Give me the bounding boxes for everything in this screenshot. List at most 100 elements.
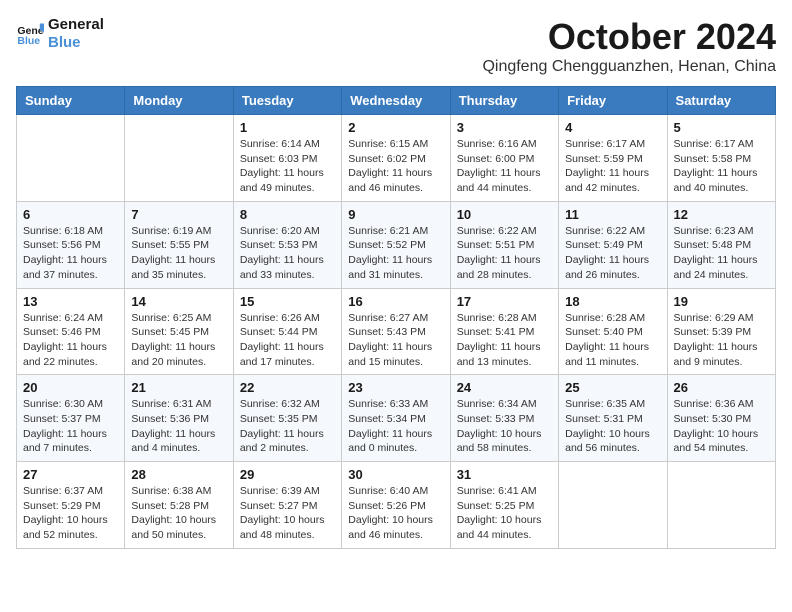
location-title: Qingfeng Chengguanzhen, Henan, China bbox=[482, 58, 776, 76]
day-info: Sunrise: 6:14 AM Sunset: 6:03 PM Dayligh… bbox=[240, 137, 335, 196]
day-number: 22 bbox=[240, 380, 335, 395]
calendar-cell: 14 Sunrise: 6:25 AM Sunset: 5:45 PM Dayli… bbox=[125, 288, 233, 375]
calendar-cell: 1 Sunrise: 6:14 AM Sunset: 6:03 PM Daylig… bbox=[233, 115, 341, 202]
day-number: 5 bbox=[674, 120, 769, 135]
calendar-header-wednesday: Wednesday bbox=[342, 87, 450, 115]
day-info: Sunrise: 6:40 AM Sunset: 5:26 PM Dayligh… bbox=[348, 484, 443, 543]
calendar-cell: 22 Sunrise: 6:32 AM Sunset: 5:35 PM Dayli… bbox=[233, 375, 341, 462]
day-info: Sunrise: 6:32 AM Sunset: 5:35 PM Dayligh… bbox=[240, 397, 335, 456]
calendar-cell: 21Sunrise: 6:31 AM Sunset: 5:36 PM Dayli… bbox=[125, 375, 233, 462]
day-info: Sunrise: 6:24 AM Sunset: 5:46 PM Dayligh… bbox=[23, 311, 118, 370]
day-info: Sunrise: 6:35 AM Sunset: 5:31 PM Dayligh… bbox=[565, 397, 660, 456]
calendar-cell: 18 Sunrise: 6:28 AM Sunset: 5:40 PM Dayli… bbox=[559, 288, 667, 375]
day-number: 26 bbox=[674, 380, 769, 395]
day-info: Sunrise: 6:31 AM Sunset: 5:36 PM Dayligh… bbox=[131, 397, 226, 456]
calendar-cell: 15 Sunrise: 6:26 AM Sunset: 5:44 PM Dayli… bbox=[233, 288, 341, 375]
calendar-cell: 5 Sunrise: 6:17 AM Sunset: 5:58 PM Daylig… bbox=[667, 115, 775, 202]
page-header: General Blue General Blue October 2024 Q… bbox=[16, 16, 776, 76]
calendar-cell: 26 Sunrise: 6:36 AM Sunset: 5:30 PM Dayli… bbox=[667, 375, 775, 462]
day-number: 17 bbox=[457, 294, 552, 309]
logo: General Blue General Blue bbox=[16, 16, 104, 52]
calendar-cell: 4 Sunrise: 6:17 AM Sunset: 5:59 PM Daylig… bbox=[559, 115, 667, 202]
calendar-cell bbox=[17, 115, 125, 202]
calendar-cell: 9 Sunrise: 6:21 AM Sunset: 5:52 PM Daylig… bbox=[342, 201, 450, 288]
day-info: Sunrise: 6:28 AM Sunset: 5:40 PM Dayligh… bbox=[565, 311, 660, 370]
calendar-table: SundayMondayTuesdayWednesdayThursdayFrid… bbox=[16, 86, 776, 549]
day-number: 14 bbox=[131, 294, 226, 309]
day-info: Sunrise: 6:22 AM Sunset: 5:51 PM Dayligh… bbox=[457, 224, 552, 283]
day-number: 16 bbox=[348, 294, 443, 309]
calendar-cell: 29 Sunrise: 6:39 AM Sunset: 5:27 PM Dayli… bbox=[233, 462, 341, 549]
day-info: Sunrise: 6:23 AM Sunset: 5:48 PM Dayligh… bbox=[674, 224, 769, 283]
day-number: 18 bbox=[565, 294, 660, 309]
calendar-header-sunday: Sunday bbox=[17, 87, 125, 115]
day-number: 13 bbox=[23, 294, 118, 309]
calendar-cell: 3Sunrise: 6:16 AM Sunset: 6:00 PM Daylig… bbox=[450, 115, 558, 202]
day-info: Sunrise: 6:25 AM Sunset: 5:45 PM Dayligh… bbox=[131, 311, 226, 370]
day-info: Sunrise: 6:29 AM Sunset: 5:39 PM Dayligh… bbox=[674, 311, 769, 370]
day-info: Sunrise: 6:16 AM Sunset: 6:00 PM Dayligh… bbox=[457, 137, 552, 196]
day-info: Sunrise: 6:36 AM Sunset: 5:30 PM Dayligh… bbox=[674, 397, 769, 456]
calendar-week-row: 6Sunrise: 6:18 AM Sunset: 5:56 PM Daylig… bbox=[17, 201, 776, 288]
logo-text: General Blue bbox=[48, 16, 104, 52]
day-number: 6 bbox=[23, 207, 118, 222]
day-number: 10 bbox=[457, 207, 552, 222]
day-info: Sunrise: 6:17 AM Sunset: 5:59 PM Dayligh… bbox=[565, 137, 660, 196]
calendar-week-row: 27 Sunrise: 6:37 AM Sunset: 5:29 PM Dayli… bbox=[17, 462, 776, 549]
day-info: Sunrise: 6:28 AM Sunset: 5:41 PM Dayligh… bbox=[457, 311, 552, 370]
day-number: 28 bbox=[131, 467, 226, 482]
calendar-cell bbox=[559, 462, 667, 549]
calendar-cell: 31Sunrise: 6:41 AM Sunset: 5:25 PM Dayli… bbox=[450, 462, 558, 549]
calendar-cell: 10 Sunrise: 6:22 AM Sunset: 5:51 PM Dayli… bbox=[450, 201, 558, 288]
day-number: 19 bbox=[674, 294, 769, 309]
day-info: Sunrise: 6:33 AM Sunset: 5:34 PM Dayligh… bbox=[348, 397, 443, 456]
day-number: 2 bbox=[348, 120, 443, 135]
day-number: 1 bbox=[240, 120, 335, 135]
day-number: 7 bbox=[131, 207, 226, 222]
day-number: 27 bbox=[23, 467, 118, 482]
day-info: Sunrise: 6:38 AM Sunset: 5:28 PM Dayligh… bbox=[131, 484, 226, 543]
calendar-cell: 12 Sunrise: 6:23 AM Sunset: 5:48 PM Dayli… bbox=[667, 201, 775, 288]
calendar-header-saturday: Saturday bbox=[667, 87, 775, 115]
svg-text:Blue: Blue bbox=[17, 35, 40, 47]
calendar-cell: 13 Sunrise: 6:24 AM Sunset: 5:46 PM Dayli… bbox=[17, 288, 125, 375]
day-number: 12 bbox=[674, 207, 769, 222]
calendar-cell: 17 Sunrise: 6:28 AM Sunset: 5:41 PM Dayli… bbox=[450, 288, 558, 375]
day-info: Sunrise: 6:26 AM Sunset: 5:44 PM Dayligh… bbox=[240, 311, 335, 370]
calendar-cell: 16Sunrise: 6:27 AM Sunset: 5:43 PM Dayli… bbox=[342, 288, 450, 375]
calendar-header-tuesday: Tuesday bbox=[233, 87, 341, 115]
title-area: October 2024 Qingfeng Chengguanzhen, Hen… bbox=[482, 16, 776, 76]
day-info: Sunrise: 6:21 AM Sunset: 5:52 PM Dayligh… bbox=[348, 224, 443, 283]
calendar-cell: 2 Sunrise: 6:15 AM Sunset: 6:02 PM Daylig… bbox=[342, 115, 450, 202]
calendar-cell: 20Sunrise: 6:30 AM Sunset: 5:37 PM Dayli… bbox=[17, 375, 125, 462]
calendar-week-row: 20Sunrise: 6:30 AM Sunset: 5:37 PM Dayli… bbox=[17, 375, 776, 462]
day-info: Sunrise: 6:41 AM Sunset: 5:25 PM Dayligh… bbox=[457, 484, 552, 543]
day-number: 24 bbox=[457, 380, 552, 395]
day-number: 20 bbox=[23, 380, 118, 395]
day-number: 15 bbox=[240, 294, 335, 309]
calendar-cell: 19 Sunrise: 6:29 AM Sunset: 5:39 PM Dayli… bbox=[667, 288, 775, 375]
calendar-week-row: 13 Sunrise: 6:24 AM Sunset: 5:46 PM Dayli… bbox=[17, 288, 776, 375]
day-number: 9 bbox=[348, 207, 443, 222]
day-number: 29 bbox=[240, 467, 335, 482]
day-info: Sunrise: 6:15 AM Sunset: 6:02 PM Dayligh… bbox=[348, 137, 443, 196]
day-number: 25 bbox=[565, 380, 660, 395]
day-number: 30 bbox=[348, 467, 443, 482]
calendar-cell: 27 Sunrise: 6:37 AM Sunset: 5:29 PM Dayli… bbox=[17, 462, 125, 549]
calendar-week-row: 1 Sunrise: 6:14 AM Sunset: 6:03 PM Daylig… bbox=[17, 115, 776, 202]
calendar-cell: 7Sunrise: 6:19 AM Sunset: 5:55 PM Daylig… bbox=[125, 201, 233, 288]
logo-icon: General Blue bbox=[16, 20, 44, 48]
day-number: 11 bbox=[565, 207, 660, 222]
day-info: Sunrise: 6:17 AM Sunset: 5:58 PM Dayligh… bbox=[674, 137, 769, 196]
calendar-cell bbox=[667, 462, 775, 549]
day-info: Sunrise: 6:22 AM Sunset: 5:49 PM Dayligh… bbox=[565, 224, 660, 283]
calendar-header-friday: Friday bbox=[559, 87, 667, 115]
calendar-cell: 30 Sunrise: 6:40 AM Sunset: 5:26 PM Dayli… bbox=[342, 462, 450, 549]
calendar-header-monday: Monday bbox=[125, 87, 233, 115]
day-info: Sunrise: 6:39 AM Sunset: 5:27 PM Dayligh… bbox=[240, 484, 335, 543]
calendar-cell: 25 Sunrise: 6:35 AM Sunset: 5:31 PM Dayli… bbox=[559, 375, 667, 462]
calendar-header-row: SundayMondayTuesdayWednesdayThursdayFrid… bbox=[17, 87, 776, 115]
day-info: Sunrise: 6:37 AM Sunset: 5:29 PM Dayligh… bbox=[23, 484, 118, 543]
day-number: 4 bbox=[565, 120, 660, 135]
calendar-cell: 8Sunrise: 6:20 AM Sunset: 5:53 PM Daylig… bbox=[233, 201, 341, 288]
